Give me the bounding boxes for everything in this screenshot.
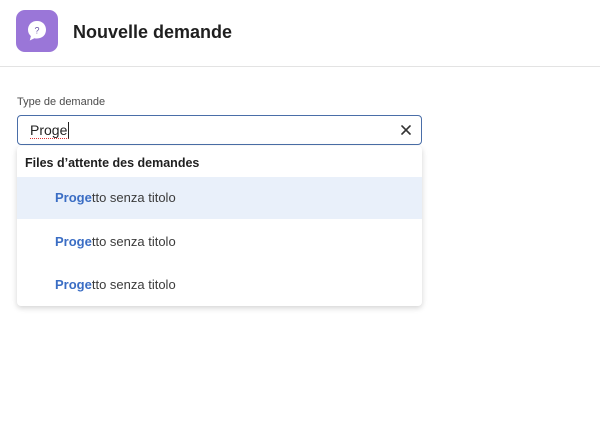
- svg-text:?: ?: [34, 26, 39, 36]
- request-type-input[interactable]: Proge: [17, 115, 422, 145]
- option-match-text: Proge: [55, 234, 92, 249]
- option-rest-text: tto senza titolo: [91, 190, 176, 205]
- dropdown-option[interactable]: Progetto senza titolo: [17, 221, 422, 263]
- dropdown-option-label: Progetto senza titolo: [55, 277, 176, 292]
- option-match-text: Proge: [55, 277, 92, 292]
- dropdown-group-header: Files d’attente des demandes: [25, 156, 200, 170]
- request-type-label: Type de demande: [17, 96, 106, 108]
- page-title: Nouvelle demande: [73, 22, 233, 42]
- request-type-input-value[interactable]: Proge: [30, 122, 70, 139]
- dropdown-option[interactable]: Progetto senza titolo: [17, 177, 422, 219]
- page-header: ? Nouvelle demande: [0, 0, 600, 67]
- dropdown-option-label: Progetto senza titolo: [55, 234, 176, 249]
- request-type-dropdown: Files d’attente des demandes Progetto se…: [17, 146, 422, 306]
- option-match-text: Proge: [55, 190, 92, 205]
- dropdown-option-label: Progetto senza titolo: [55, 190, 176, 205]
- dropdown-option[interactable]: Progetto senza titolo: [17, 264, 422, 306]
- clear-icon[interactable]: [399, 123, 413, 137]
- option-rest-text: tto senza titolo: [91, 234, 176, 249]
- question-chat-bubble-icon: ?: [16, 10, 58, 52]
- option-rest-text: tto senza titolo: [91, 277, 176, 292]
